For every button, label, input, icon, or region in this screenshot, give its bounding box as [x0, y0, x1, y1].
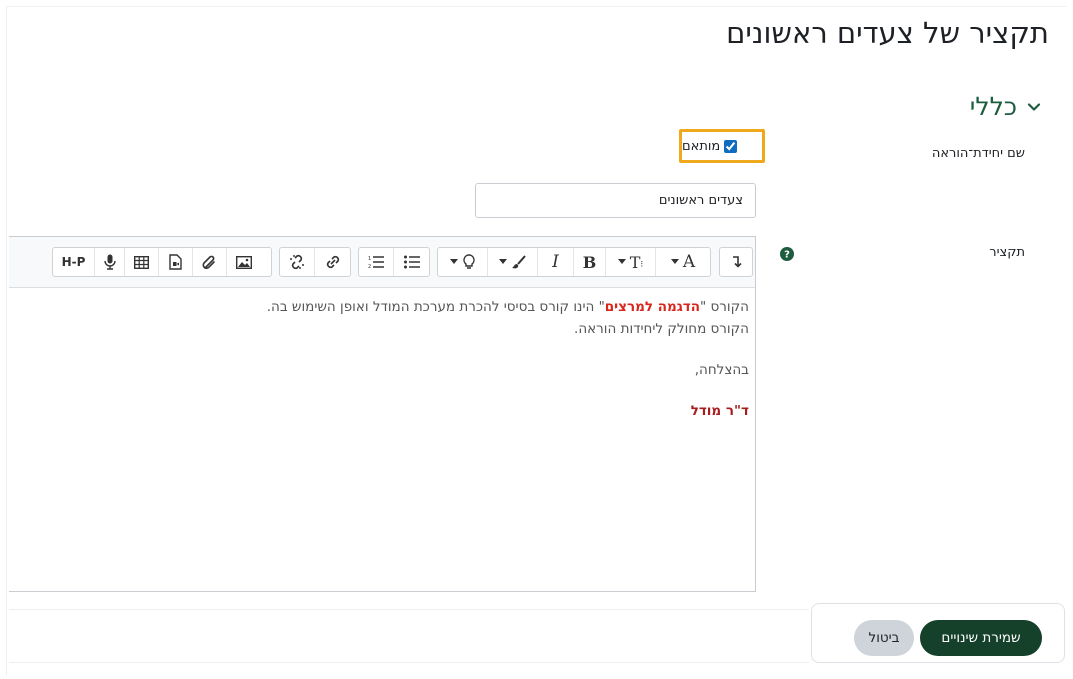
h5p-button[interactable]: H-P [53, 248, 95, 276]
content-line-greeting: בהצלחה, [694, 362, 749, 378]
section-title: כללי [969, 92, 1017, 121]
unit-name-label: שם יחידת־הוראה [931, 146, 1025, 161]
content-signature: ד"ר מודל [690, 403, 749, 419]
toolbar-group-links [279, 247, 351, 277]
ordered-list-icon: 1 2 [368, 256, 384, 269]
custom-name-checkbox-label: מותאם [682, 138, 721, 154]
svg-text:1: 1 [368, 256, 371, 262]
page-title: תקציר של צעדים ראשונים [726, 16, 1049, 50]
highlight-button[interactable] [488, 248, 538, 276]
svg-text:?: ? [784, 250, 790, 261]
summary-editor: I B T ⁝ A 1 2 H-P הקורס "הדגמה למרצים" ה… [9, 236, 756, 592]
font-size-dots-icon: ⁝ [640, 260, 644, 270]
content-line-units: הקורס מחולק ליחידות הוראה. [574, 321, 749, 337]
font-size-button[interactable]: T ⁝ [606, 248, 656, 276]
summary-label: תקציר [989, 245, 1025, 260]
bullet-list-icon [403, 255, 420, 269]
table-icon [134, 255, 149, 269]
bullet-list-button[interactable] [394, 248, 429, 276]
editor-toolbar: I B T ⁝ A 1 2 H-P [9, 237, 755, 288]
caret-down-icon [449, 259, 458, 264]
custom-name-checkbox[interactable] [724, 139, 738, 153]
link-icon [326, 255, 339, 269]
insert-media-button[interactable] [159, 248, 193, 276]
section-general-toggle[interactable]: כללי [970, 92, 1041, 121]
custom-name-option[interactable]: מותאם [679, 129, 765, 163]
form-actions: שמירת שינויים ביטול [811, 603, 1065, 663]
caret-down-icon [617, 259, 626, 264]
toolbar-group-lists: 1 2 [358, 247, 430, 277]
editor-content-area[interactable]: הקורס "הדגמה למרצים" הינו קורס בסיסי להכ… [9, 288, 755, 422]
content-line-intro: הקורס "הדגמה למרצים" הינו קורס בסיסי להכ… [266, 299, 749, 315]
highlighted-course-name: הדגמה למרצים [604, 299, 701, 315]
cancel-button[interactable]: ביטול [854, 620, 914, 656]
ordered-list-button[interactable]: 1 2 [359, 248, 394, 276]
font-size-glyph: T [629, 252, 641, 272]
font-color-button[interactable]: A [656, 248, 710, 276]
insert-image-button[interactable] [227, 248, 261, 276]
toolbar-group-direction [719, 247, 753, 277]
font-color-glyph: A [682, 252, 696, 272]
help-icon[interactable]: ? [780, 247, 794, 261]
files-icon [202, 255, 215, 269]
unlink-icon [290, 254, 304, 270]
paintbrush-icon [512, 254, 526, 268]
link-button[interactable] [315, 248, 350, 276]
table-button[interactable] [125, 248, 159, 276]
microphone-icon [103, 254, 116, 270]
image-icon [236, 255, 252, 269]
lightbulb-icon [462, 254, 475, 269]
unit-name-input[interactable] [475, 183, 756, 218]
toolbar-group-format: I B T ⁝ A [437, 247, 711, 277]
footer-strip [9, 609, 809, 663]
chevron-down-icon [1027, 102, 1041, 111]
return-arrow-icon [733, 256, 742, 268]
toolbar-group-media: H-P [52, 247, 272, 277]
record-audio-button[interactable] [95, 248, 125, 276]
manage-files-button[interactable] [193, 248, 227, 276]
caret-down-icon [499, 259, 507, 264]
save-changes-button[interactable]: שמירת שינויים [920, 620, 1042, 656]
svg-text:2: 2 [368, 264, 371, 269]
bold-button[interactable]: B [574, 248, 606, 276]
italic-button[interactable]: I [538, 248, 574, 276]
text-direction-button[interactable] [720, 248, 752, 276]
unlink-button[interactable] [280, 248, 315, 276]
caret-down-icon [670, 259, 679, 264]
file-video-icon [169, 254, 182, 270]
style-color-button[interactable] [438, 248, 488, 276]
